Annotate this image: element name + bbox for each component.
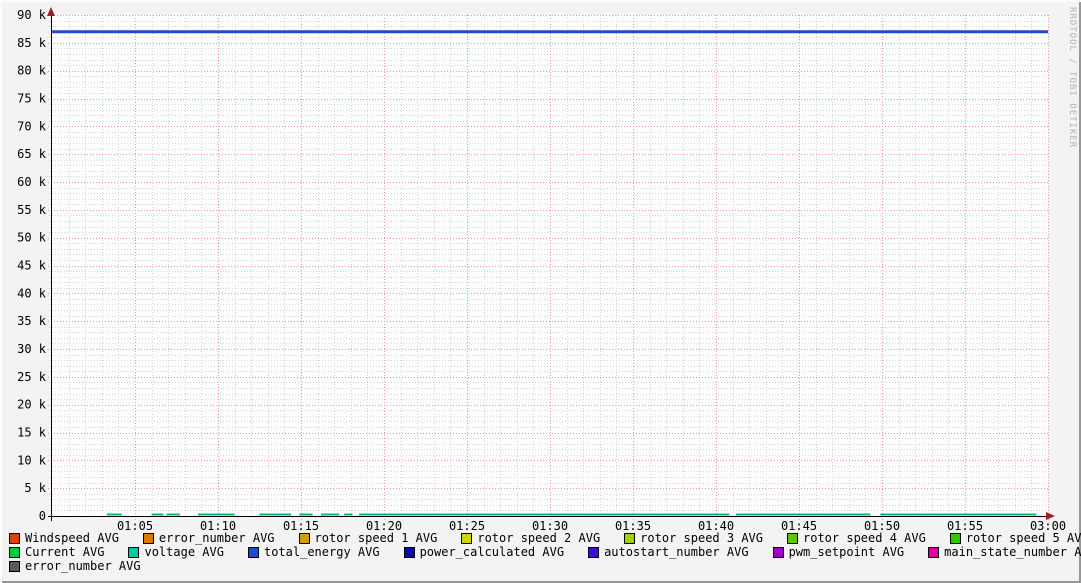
y-tick-label: 75 k <box>17 92 47 106</box>
legend-swatch-icon <box>461 532 473 544</box>
legend-item: error_number AVG <box>9 559 141 573</box>
legend-label: error_number AVG <box>158 531 275 545</box>
legend-label: rotor speed 1 AVG <box>314 531 438 545</box>
legend-item: voltage AVG <box>128 545 224 559</box>
legend-label: Windspeed AVG <box>25 531 119 545</box>
legend-swatch-icon <box>588 546 600 558</box>
legend-item: rotor speed 3 AVG <box>624 531 763 545</box>
legend-item: autostart_number AVG <box>588 545 749 559</box>
y-tick-label: 40 k <box>17 286 47 300</box>
legend-item: rotor speed 4 AVG <box>787 531 926 545</box>
legend-label: rotor speed 3 AVG <box>640 531 763 545</box>
legend-label: pwm_setpoint AVG <box>788 545 905 559</box>
legend-label: Current AVG <box>25 545 105 559</box>
y-tick-label: 60 k <box>17 175 47 189</box>
chart-legend: Windspeed AVG error_number AVG rotor speed… <box>9 531 1081 573</box>
y-tick-label: 35 k <box>17 314 47 328</box>
legend-swatch-icon <box>128 546 140 558</box>
legend-swatch-icon <box>298 532 310 544</box>
legend-swatch-icon <box>247 546 259 558</box>
legend-swatch-icon <box>142 532 154 544</box>
legend-label: rotor speed 5 AVG <box>965 531 1081 545</box>
y-tick-label: 90 k <box>17 8 47 22</box>
y-tick-label: 80 k <box>17 64 47 78</box>
y-tick-label: 85 k <box>17 36 47 50</box>
legend-row-2: Current AVG voltage AVG total_energy AVG po… <box>9 545 1081 559</box>
legend-swatch-icon <box>772 546 784 558</box>
legend-swatch-icon <box>624 532 636 544</box>
legend-item: Windspeed AVG <box>9 531 119 545</box>
y-tick-label: 70 k <box>17 119 47 133</box>
legend-item: rotor speed 2 AVG <box>461 531 600 545</box>
y-tick-label: 45 k <box>17 259 47 273</box>
legend-swatch-icon <box>9 560 20 572</box>
legend-label: rotor speed 2 AVG <box>477 531 601 545</box>
rrdtool-watermark: RRDTOOL / TOBI OETIKER <box>1067 7 1077 149</box>
y-tick-label: 25 k <box>17 370 47 384</box>
legend-item: rotor speed 5 AVG <box>949 531 1081 545</box>
y-tick-label: 15 k <box>17 426 47 440</box>
rrdtool-graph: 0 5 k 10 k 15 k 20 k 25 k 30 k 35 k 40 k 45 k 50 k… <box>0 0 1081 583</box>
chart-canvas: 0 5 k 10 k 15 k 20 k 25 k 30 k 35 k 40 k 45 k 50 k… <box>17 7 1066 533</box>
legend-item: main_state_number AVG <box>928 545 1081 559</box>
legend-item: error_number AVG <box>142 531 275 545</box>
legend-item: pwm_setpoint AVG <box>772 545 905 559</box>
legend-swatch-icon <box>928 546 940 558</box>
legend-item: power_calculated AVG <box>403 545 565 559</box>
y-tick-label: 50 k <box>17 231 47 245</box>
legend-item: total_energy AVG <box>247 545 380 559</box>
legend-swatch-icon <box>9 532 20 544</box>
legend-swatch-icon <box>787 532 798 544</box>
legend-label: voltage AVG <box>144 545 224 559</box>
y-tick-label: 0 <box>39 509 46 523</box>
y-tick-label: 20 k <box>17 398 47 412</box>
legend-row-1: Windspeed AVG error_number AVG rotor speed… <box>9 531 1081 545</box>
legend-label: autostart_number AVG <box>604 545 749 559</box>
legend-label: error_number AVG <box>25 559 141 573</box>
y-tick-label: 65 k <box>17 147 47 161</box>
legend-label: rotor speed 4 AVG <box>803 531 926 545</box>
y-tick-label: 5 k <box>24 481 46 495</box>
y-tick-label: 30 k <box>17 342 47 356</box>
legend-item: Current AVG <box>9 545 104 559</box>
legend-label: power_calculated AVG <box>419 545 565 559</box>
legend-swatch-icon <box>403 546 415 558</box>
legend-label: total_energy AVG <box>263 545 380 559</box>
legend-swatch-icon <box>9 546 20 558</box>
y-tick-label: 10 k <box>17 453 47 467</box>
legend-row-3: error_number AVG <box>9 559 1075 573</box>
y-tick-label: 55 k <box>17 203 47 217</box>
legend-swatch-icon <box>949 532 961 544</box>
legend-label: main_state_number AVG <box>944 545 1081 559</box>
legend-item: rotor speed 1 AVG <box>298 531 438 545</box>
y-axis-arrow <box>47 7 55 16</box>
